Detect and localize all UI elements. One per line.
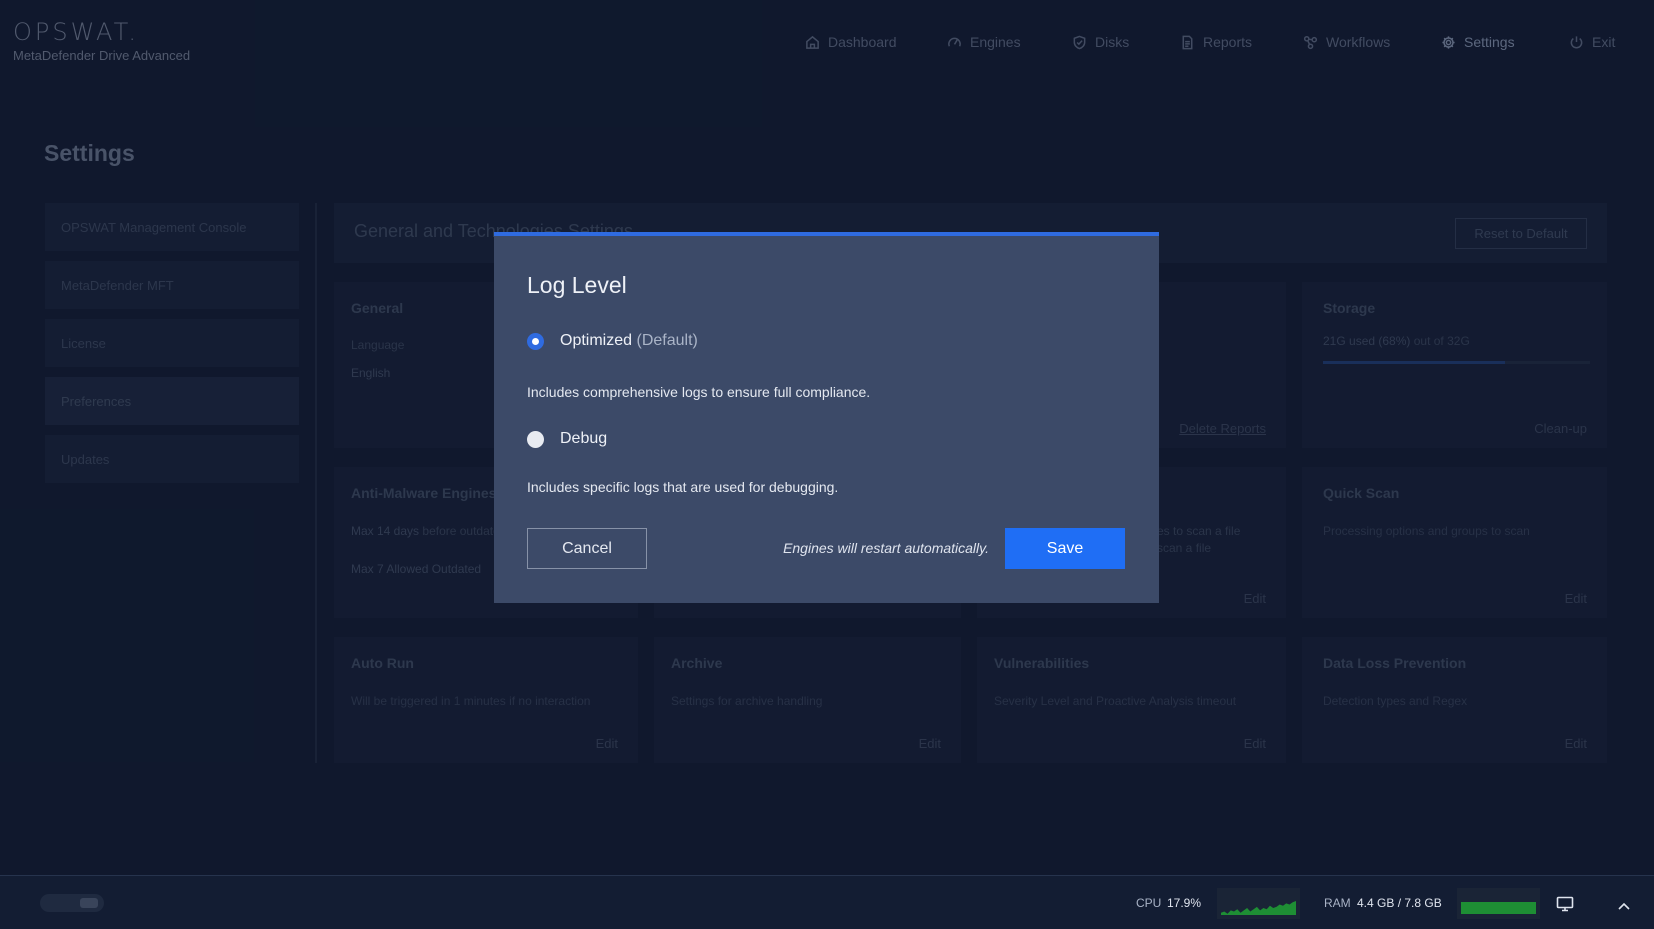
option-optimized[interactable]: Optimized (Default) [527,332,698,350]
restart-note: Engines will restart automatically. [783,540,989,556]
cpu-graph [1217,888,1300,919]
save-button[interactable]: Save [1005,528,1125,569]
log-level-dialog: Log Level Optimized (Default) Includes c… [494,232,1159,603]
dialog-title: Log Level [527,272,627,298]
cpu-sparkline [1221,901,1296,915]
option-optimized-name: Optimized [560,332,633,349]
option-optimized-desc: Includes comprehensive logs to ensure fu… [527,384,871,400]
ram-label: RAM [1324,896,1351,910]
status-bar: CPU 17.9% RAM 4.4 GB / 7.8 GB [0,875,1654,929]
ram-graph [1457,888,1540,919]
option-debug-desc: Includes specific logs that are used for… [527,479,839,495]
cpu-value: 17.9% [1167,896,1202,910]
ram-value: 4.4 GB / 7.8 GB [1357,896,1442,910]
option-optimized-label: Optimized (Default) [560,332,698,350]
option-debug-label: Debug [560,430,608,447]
radio-optimized[interactable] [527,332,544,350]
chevron-up-icon[interactable] [1617,898,1631,916]
monitor-icon[interactable] [1556,896,1574,917]
option-debug[interactable]: Debug [527,430,607,448]
cpu-label: CPU [1136,896,1162,910]
option-optimized-suffix: (Default) [636,332,698,349]
blurred-status-chip [40,894,104,912]
cancel-button[interactable]: Cancel [527,528,647,569]
ram-graph-fill [1461,902,1536,914]
cpu-sparkline-area [1221,901,1296,915]
radio-debug[interactable] [527,430,544,448]
